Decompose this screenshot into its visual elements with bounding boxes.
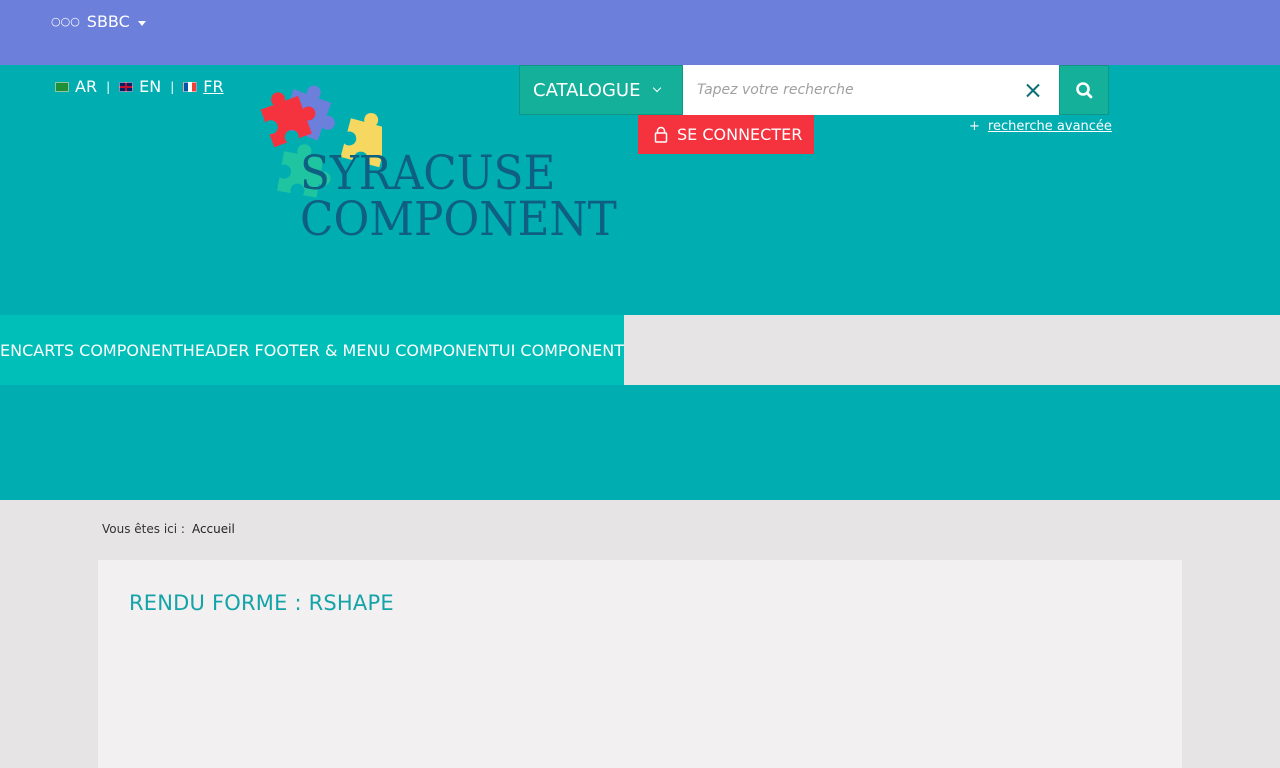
lock-icon [654, 126, 668, 143]
lang-ar-link[interactable]: AR [55, 77, 97, 96]
breadcrumb-prefix: Vous êtes ici : [102, 522, 185, 536]
login-label: SE CONNECTER [677, 125, 803, 144]
lang-en-label: EN [139, 77, 162, 96]
site-switcher[interactable]: ○○○ SBBC [51, 12, 146, 31]
clear-search-icon[interactable] [1022, 80, 1044, 102]
site-switcher-label: SBBC [86, 12, 130, 31]
header-band [0, 385, 1280, 500]
search-icon [1076, 82, 1093, 99]
catalogue-dropdown[interactable]: CATALOGUE [519, 65, 683, 115]
flag-en-icon [119, 81, 134, 92]
nav-item-encarts[interactable]: ENCARTS COMPONENT [0, 341, 183, 360]
catalogue-label: CATALOGUE [533, 79, 641, 101]
header: AR | EN | FR SYRACUSE COMPONENT CATALOGU… [0, 65, 1280, 315]
chevron-down-icon [653, 83, 662, 93]
main-nav: ENCARTS COMPONENT HEADER FOOTER & MENU C… [0, 315, 1280, 385]
breadcrumb: Vous êtes ici : Accueil [102, 522, 235, 536]
content-panel: RENDU FORME : RSHAPE [98, 560, 1182, 768]
search-button[interactable] [1059, 65, 1109, 115]
dots-icon: ○○○ [51, 15, 80, 28]
plus-icon: + [969, 119, 980, 134]
nav-item-header-footer-menu[interactable]: HEADER FOOTER & MENU COMPONENT [183, 341, 499, 360]
lang-separator: | [170, 79, 175, 94]
caret-down-icon [137, 21, 146, 26]
advanced-search-label: recherche avancée [987, 119, 1112, 134]
nav-item-ui[interactable]: UI COMPONENT [499, 341, 624, 360]
lang-fr-link[interactable]: FR [183, 77, 224, 96]
lang-en-link[interactable]: EN [119, 77, 161, 96]
logo-line-1: SYRACUSE [300, 146, 556, 201]
lang-ar-label: AR [75, 77, 98, 96]
breadcrumb-home-link[interactable]: Accueil [192, 522, 235, 536]
top-bar: ○○○ SBBC [0, 0, 1280, 65]
language-selector: AR | EN | FR [55, 77, 224, 96]
flag-fr-icon [183, 81, 198, 92]
page-title: RENDU FORME : RSHAPE [129, 591, 394, 615]
login-button[interactable]: SE CONNECTER [638, 115, 814, 154]
search-input[interactable] [683, 65, 1059, 115]
logo-text: SYRACUSE COMPONENT [300, 146, 617, 247]
lang-fr-label: FR [203, 77, 224, 96]
advanced-search-link[interactable]: + recherche avancée [969, 119, 1112, 134]
flag-ar-icon [55, 81, 69, 92]
logo-line-2: COMPONENT [300, 192, 617, 247]
lang-separator: | [106, 79, 111, 94]
nav-items: ENCARTS COMPONENT HEADER FOOTER & MENU C… [0, 315, 625, 385]
